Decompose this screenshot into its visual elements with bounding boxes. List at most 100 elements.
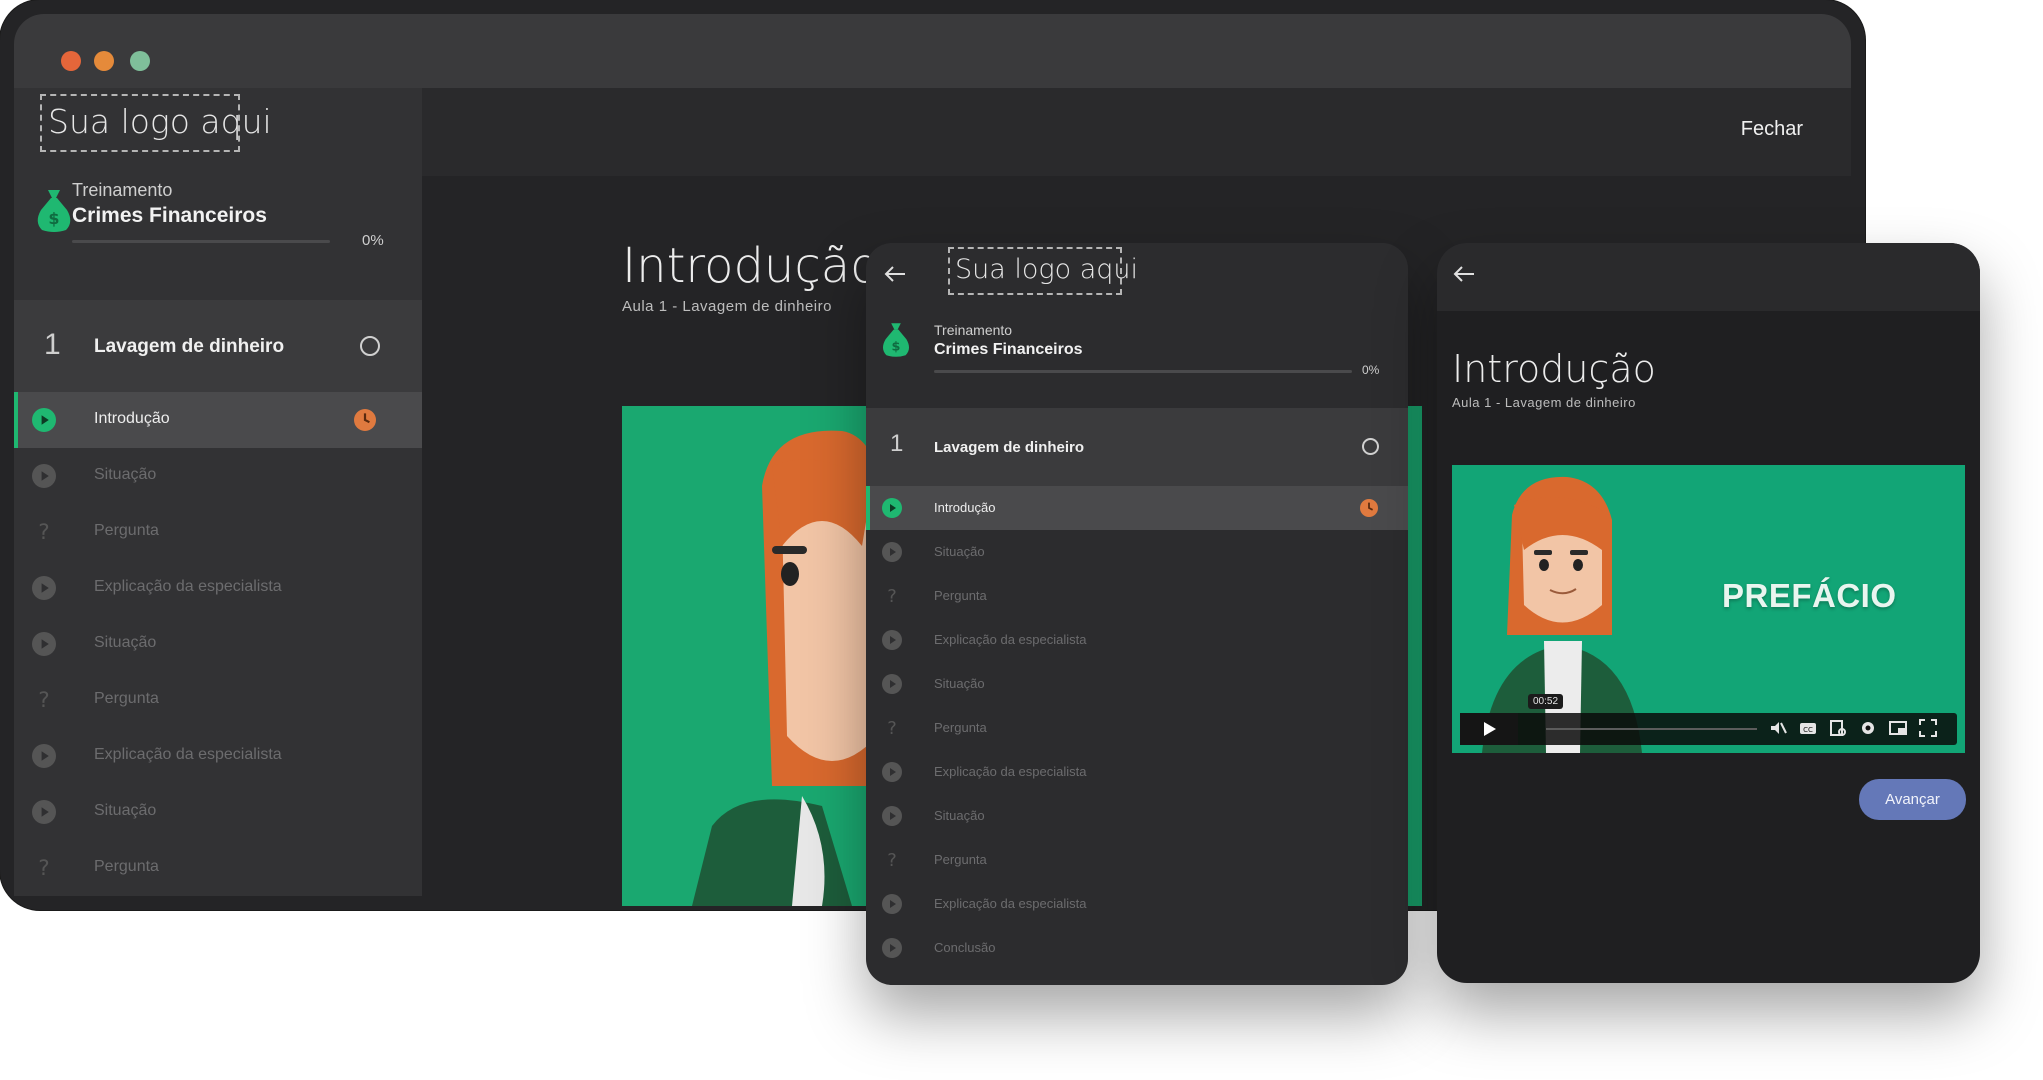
lesson-item[interactable]: ? Pergunta [866, 838, 1408, 882]
fullscreen-icon[interactable] [1919, 719, 1937, 737]
svg-text:?: ? [38, 688, 49, 712]
lesson-label: Situação [934, 544, 985, 560]
lesson-item[interactable]: Explicação da especialista [14, 728, 422, 784]
lesson-item[interactable]: ? Pergunta [866, 706, 1408, 750]
svg-text:?: ? [887, 850, 897, 870]
lesson-label: Explicação da especialista [934, 764, 1087, 780]
play-icon [882, 542, 902, 562]
lesson-item[interactable]: Explicação da especialista [14, 560, 422, 616]
lesson-item[interactable]: ? Pergunta [866, 574, 1408, 618]
video-player[interactable]: PREFÁCIO 00:52 CC [1452, 465, 1965, 753]
logo-placeholder: Sua logo aqui [40, 94, 272, 152]
next-button[interactable]: Avançar [1859, 779, 1966, 820]
logo-placeholder: Sua logo aqui [948, 247, 1138, 295]
svg-text:?: ? [38, 520, 49, 544]
lesson-label: Situação [934, 808, 985, 824]
back-arrow-icon[interactable] [884, 265, 906, 283]
lesson-item[interactable]: Situação [866, 794, 1408, 838]
lesson-title: Introdução [622, 238, 880, 294]
lesson-item[interactable]: ? Pergunta [14, 840, 422, 896]
clock-icon [354, 409, 376, 431]
closed-captions-icon[interactable]: CC [1799, 719, 1817, 737]
video-scrubber[interactable] [1546, 728, 1757, 730]
lesson-label: Explicação da especialista [94, 746, 282, 764]
module-header[interactable]: 1 Lavagem de dinheiro [14, 300, 422, 392]
picture-in-picture-icon[interactable] [1889, 719, 1907, 737]
money-bag-icon: $ [882, 323, 910, 357]
tablet-window: Sua logo aqui $ Treinamento Crimes Finan… [866, 243, 1408, 985]
module-title: Lavagem de dinheiro [934, 439, 1085, 456]
module-header[interactable]: 1 Lavagem de dinheiro [866, 408, 1408, 486]
question-icon: ? [887, 850, 897, 870]
question-icon: ? [38, 856, 49, 880]
phone-header [1437, 243, 1980, 311]
question-icon: ? [38, 688, 49, 712]
course-kicker: Treinamento [934, 322, 1013, 338]
course-progress-percent: 0% [1362, 363, 1380, 377]
lesson-subtitle: Aula 1 - Lavagem de dinheiro [622, 298, 832, 315]
money-bag-icon: $ [37, 190, 71, 232]
play-button[interactable] [1460, 713, 1518, 745]
settings-gear-icon[interactable] [1859, 719, 1877, 737]
play-icon [32, 800, 56, 824]
minimize-window-button[interactable] [94, 51, 114, 71]
lesson-item[interactable]: Explicação da especialista [866, 618, 1408, 662]
module-title: Lavagem de dinheiro [94, 336, 285, 357]
play-icon [882, 894, 902, 914]
lesson-label: Explicação da especialista [934, 896, 1087, 912]
question-icon: ? [887, 586, 897, 606]
module-number: 1 [890, 430, 904, 457]
lesson-label: Introdução [94, 410, 170, 428]
lesson-label: Pergunta [94, 858, 159, 876]
course-progress-bar [934, 370, 1352, 373]
maximize-window-button[interactable] [130, 51, 150, 71]
lesson-label: Pergunta [934, 852, 987, 868]
lesson-label: Pergunta [94, 690, 159, 708]
lesson-label: Introdução [934, 500, 996, 516]
svg-text:$: $ [892, 339, 901, 354]
lesson-item[interactable]: Explicação da especialista [866, 882, 1408, 926]
play-icon [882, 498, 902, 518]
play-icon [32, 576, 56, 600]
lesson-label: Pergunta [934, 588, 987, 604]
back-arrow-icon[interactable] [1453, 265, 1475, 283]
lesson-item[interactable]: Situação [14, 448, 422, 504]
course-progress-bar [72, 240, 330, 243]
phone-window: Introdução Aula 1 - Lavagem de dinheiro … [1437, 243, 1980, 983]
play-icon [882, 806, 902, 826]
transcript-icon[interactable] [1829, 719, 1847, 737]
lesson-item[interactable]: ? Pergunta [14, 504, 422, 560]
lesson-label: Pergunta [934, 720, 987, 736]
close-window-button[interactable] [61, 51, 81, 71]
svg-text:CC: CC [1803, 726, 1813, 734]
course-title: Crimes Financeiros [72, 204, 267, 227]
course-kicker: Treinamento [72, 180, 173, 200]
lesson-item[interactable]: Situação [866, 530, 1408, 574]
lesson-label: Conclusão [934, 940, 996, 956]
lesson-item[interactable]: Introdução [866, 486, 1408, 530]
play-icon [1484, 722, 1496, 736]
active-lesson-marker [866, 486, 870, 530]
lesson-item[interactable]: Situação [866, 662, 1408, 706]
question-icon: ? [887, 718, 897, 738]
close-button[interactable]: Fechar [1741, 118, 1803, 141]
mute-icon[interactable] [1769, 719, 1787, 737]
lesson-item[interactable]: ? Pergunta [14, 672, 422, 728]
lesson-item[interactable]: Conclusão [866, 926, 1408, 970]
tablet-header: Sua logo aqui [866, 243, 1408, 307]
lesson-item[interactable]: Situação [14, 616, 422, 672]
play-icon [32, 744, 56, 768]
active-lesson-marker [14, 392, 18, 448]
lesson-item[interactable]: Situação [14, 784, 422, 840]
course-sidebar: Sua logo aqui $ Treinamento Crimes Finan… [14, 88, 422, 896]
course-title: Crimes Financeiros [934, 341, 1083, 358]
module-status-icon [360, 336, 380, 356]
lesson-label: Situação [94, 634, 157, 652]
lesson-title: Introdução [1452, 347, 1656, 391]
lesson-label: Situação [94, 802, 157, 820]
play-icon [882, 762, 902, 782]
play-icon [32, 632, 56, 656]
svg-text:?: ? [887, 718, 897, 738]
lesson-item[interactable]: Explicação da especialista [866, 750, 1408, 794]
lesson-item[interactable]: Introdução [14, 392, 422, 448]
